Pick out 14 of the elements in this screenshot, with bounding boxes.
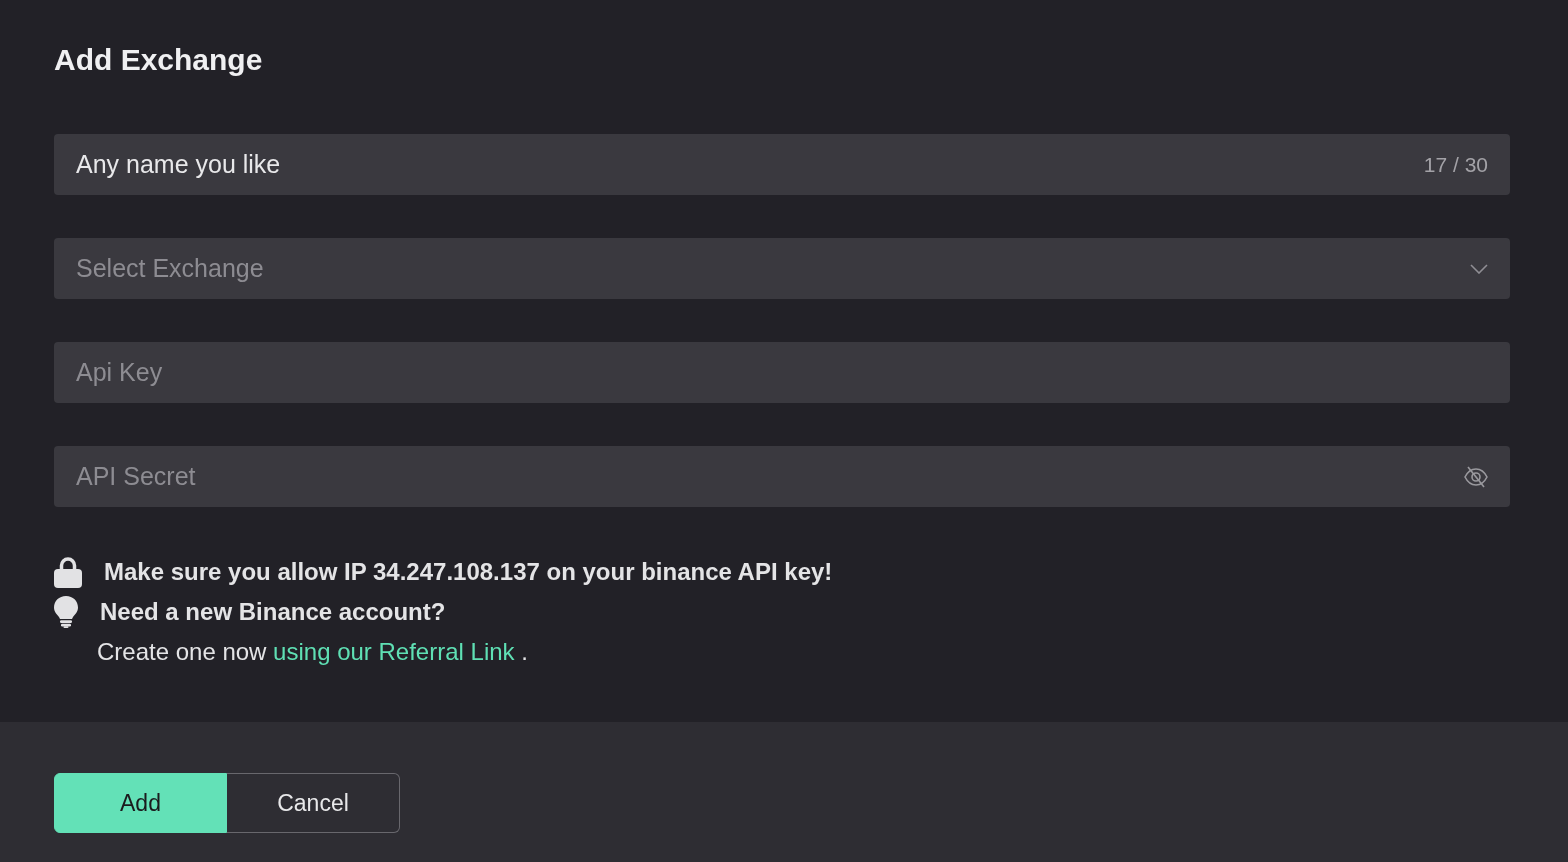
lock-icon	[54, 556, 82, 588]
referral-text: Create one now using our Referral Link .	[97, 637, 528, 667]
cancel-button[interactable]: Cancel	[227, 773, 400, 833]
eye-slash-icon[interactable]	[1463, 464, 1489, 489]
add-button[interactable]: Add	[54, 773, 227, 833]
character-count: 17 / 30	[1423, 152, 1488, 177]
dialog-title: Add Exchange	[54, 42, 263, 78]
note-text: Need a new Binance account?	[100, 598, 446, 626]
password-field[interactable]: API Secret	[54, 446, 1510, 507]
note-text: Make sure you allow IP 34.247.108.137 on your binance API key!	[104, 558, 833, 586]
referral-link[interactable]: using our Referral Link	[273, 638, 515, 665]
chevron-down-icon	[1470, 263, 1488, 274]
lightbulb-icon	[54, 596, 78, 628]
text-field[interactable]: Api Key	[54, 342, 1510, 403]
